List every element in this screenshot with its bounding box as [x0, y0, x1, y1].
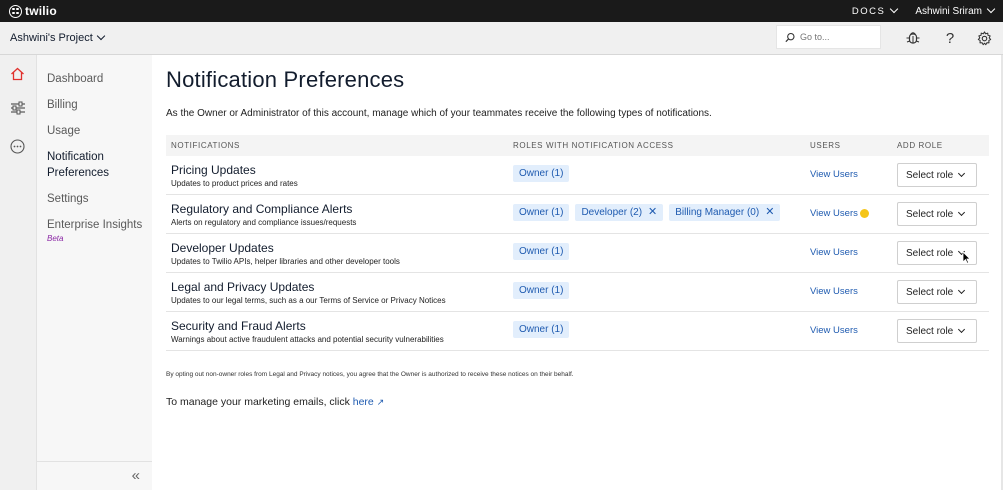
logo-text: twilio [25, 4, 57, 18]
external-link-icon: ↗ [376, 397, 385, 407]
sidebar: Dashboard Billing Usage Notification Pre… [37, 55, 152, 490]
gear-icon[interactable] [976, 30, 992, 46]
search-input[interactable] [800, 32, 880, 42]
role-pill: Owner (1) [513, 243, 570, 260]
home-icon[interactable] [9, 65, 26, 82]
project-switcher[interactable]: Ashwini's Project [10, 31, 106, 44]
role-pill: Billing Manager (0) ✕ [669, 204, 781, 221]
marketing-text: To manage your marketing emails, click [166, 396, 350, 408]
table-row: Pricing Updates Updates to product price… [166, 156, 989, 195]
view-users-link[interactable]: View Users [810, 325, 858, 336]
user-menu[interactable]: Ashwini Sriram [915, 4, 996, 17]
close-icon[interactable]: ✕ [648, 207, 657, 218]
notification-description: Updates to our legal terms, such as a ou… [171, 296, 446, 305]
sidebar-item-enterprise-insights[interactable]: Enterprise Insights [47, 217, 142, 233]
role-pill: Owner (1) [513, 204, 570, 221]
icon-rail [0, 55, 37, 490]
intro-text: As the Owner or Administrator of this ac… [166, 108, 712, 119]
page-title: Notification Preferences [166, 67, 405, 92]
beta-badge: Beta [47, 234, 64, 243]
view-users-link[interactable]: View Users [810, 247, 858, 258]
column-header-notifications: NOTIFICATIONS [171, 141, 240, 150]
sidebar-item-usage[interactable]: Usage [47, 123, 80, 139]
mouse-cursor-icon [962, 251, 971, 264]
notification-title: Security and Fraud Alerts [171, 319, 306, 333]
role-pill: Owner (1) [513, 282, 570, 299]
role-pills: Owner (1) [513, 321, 570, 338]
chevron-down-icon [96, 31, 106, 41]
select-role-dropdown[interactable]: Select role [897, 280, 977, 304]
notification-description: Updates to product prices and rates [171, 179, 298, 188]
column-header-add-role: ADD ROLE [897, 141, 943, 150]
notification-title: Pricing Updates [171, 163, 256, 177]
table-row: Security and Fraud Alerts Warnings about… [166, 312, 989, 351]
chevron-down-icon [958, 169, 966, 178]
chevron-down-icon [986, 4, 996, 14]
sidebar-item-settings[interactable]: Settings [47, 191, 89, 207]
docs-menu[interactable]: DOCS [851, 4, 899, 17]
top-bar: twilio DOCS Ashwini Sriram [0, 0, 1003, 22]
project-bar: Ashwini's Project ? [0, 22, 1003, 55]
notification-title: Developer Updates [171, 241, 274, 255]
table-row: Legal and Privacy Updates Updates to our… [166, 273, 989, 312]
role-pill: Owner (1) [513, 165, 570, 182]
sidebar-divider [37, 461, 152, 462]
column-header-roles: ROLES WITH NOTIFICATION ACCESS [513, 141, 674, 150]
select-role-dropdown[interactable]: Select role [897, 202, 977, 226]
select-role-dropdown[interactable]: Select role [897, 319, 977, 343]
search-icon [785, 32, 795, 42]
close-icon[interactable]: ✕ [765, 207, 774, 218]
notification-description: Updates to Twilio APIs, helper libraries… [171, 257, 400, 266]
role-pills: Owner (1) [513, 282, 570, 299]
main-content: Notification Preferences As the Owner or… [152, 55, 1003, 490]
view-users-link[interactable]: View Users [810, 208, 869, 219]
twilio-logo[interactable]: twilio [9, 4, 57, 18]
notifications-table: NOTIFICATIONS ROLES WITH NOTIFICATION AC… [166, 135, 989, 351]
role-pill: Developer (2) ✕ [575, 204, 664, 221]
role-pills: Owner (1) [513, 243, 570, 260]
view-users-link[interactable]: View Users [810, 286, 858, 297]
role-pill: Owner (1) [513, 321, 570, 338]
table-header: NOTIFICATIONS ROLES WITH NOTIFICATION AC… [166, 135, 989, 156]
chevron-down-icon [958, 325, 966, 334]
column-header-users: USERS [810, 141, 841, 150]
view-users-link[interactable]: View Users [810, 169, 858, 180]
sidebar-item-billing[interactable]: Billing [47, 97, 78, 113]
chevron-down-icon [890, 4, 899, 14]
warning-icon [859, 209, 869, 218]
sidebar-item-dashboard[interactable]: Dashboard [47, 71, 103, 87]
more-icon[interactable] [9, 138, 26, 155]
user-name: Ashwini Sriram [915, 5, 982, 17]
table-row: Developer Updates Updates to Twilio APIs… [166, 234, 989, 273]
bug-icon[interactable] [905, 30, 921, 46]
collapse-icon[interactable]: « [132, 467, 140, 484]
notification-title: Regulatory and Compliance Alerts [171, 202, 353, 216]
filter-icon[interactable] [9, 99, 26, 116]
notification-description: Warnings about active fraudulent attacks… [171, 335, 444, 344]
notification-description: Alerts on regulatory and compliance issu… [171, 218, 357, 227]
sidebar-item-notification-preferences[interactable]: Notification Preferences [47, 149, 127, 181]
help-icon[interactable]: ? [942, 30, 958, 47]
marketing-link[interactable]: here ↗ [353, 396, 384, 408]
role-pills: Owner (1) Developer (2) ✕ Billing Manager… [513, 204, 781, 221]
table-row: Regulatory and Compliance Alerts Alerts … [166, 195, 989, 234]
project-name: Ashwini's Project [10, 32, 93, 44]
legal-footnote: By opting out non-owner roles from Legal… [166, 371, 574, 378]
twilio-logo-icon [9, 4, 22, 18]
select-role-dropdown[interactable]: Select role [897, 163, 977, 187]
role-pills: Owner (1) [513, 165, 570, 182]
chevron-down-icon [958, 208, 966, 217]
chevron-down-icon [958, 286, 966, 295]
docs-label: DOCS [851, 5, 886, 17]
notification-title: Legal and Privacy Updates [171, 280, 315, 294]
search-box[interactable] [776, 25, 881, 49]
marketing-note: To manage your marketing emails, click h… [166, 396, 384, 408]
